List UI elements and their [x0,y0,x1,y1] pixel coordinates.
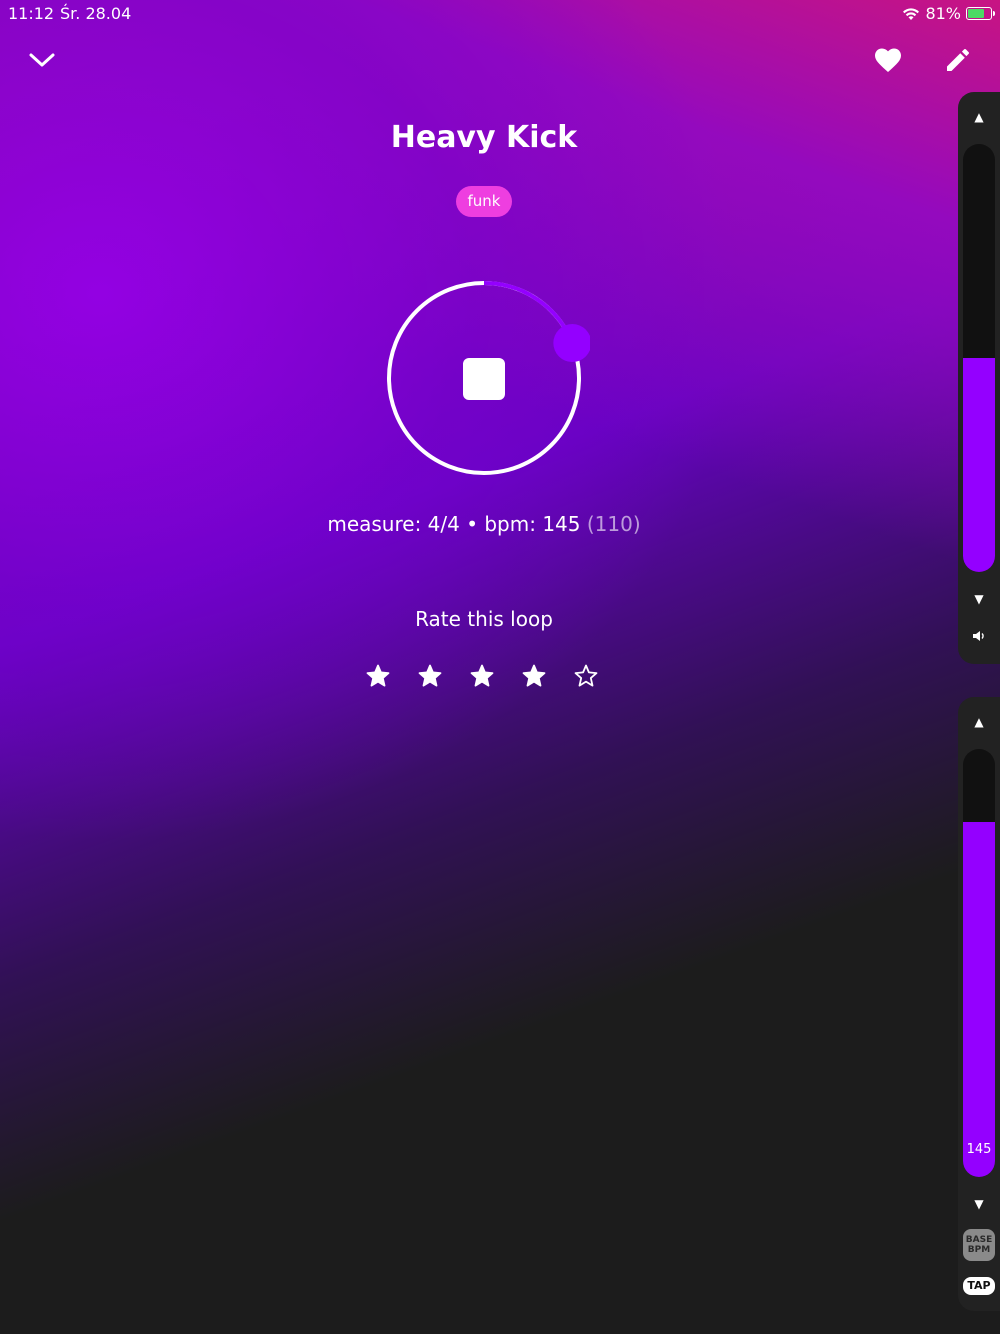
base-bpm-button[interactable]: BASE BPM [963,1229,995,1261]
loop-title: Heavy Kick [390,120,578,155]
battery-icon [966,7,995,20]
progress-knob[interactable] [553,324,592,363]
chevron-down-icon [29,53,55,67]
heart-icon [875,48,901,72]
star-filled-icon[interactable] [366,664,390,688]
tempo-up-button[interactable]: ▲ [958,715,1000,729]
star-filled-icon[interactable] [418,664,442,688]
edit-button[interactable] [938,40,978,80]
speaker-icon [973,631,984,641]
base-bpm-line1: BASE [965,1235,993,1245]
star-filled-icon[interactable] [522,664,546,688]
status-right: 81% [902,4,995,23]
tempo-down-button[interactable]: ▼ [958,1197,1000,1211]
pencil-icon [947,49,969,71]
loop-measure-bpm: measure: 4/4 • bpm: 145 [327,512,581,536]
wifi-icon [903,7,920,20]
volume-up-button[interactable]: ▲ [958,110,1000,124]
tap-button[interactable]: TAP [963,1277,995,1295]
tempo-value: 145 [966,1142,992,1157]
star-outline-icon[interactable] [574,664,598,688]
loop-info: measure: 4/4 • bpm: 145 (110) [0,512,968,536]
status-date: Śr. 28.04 [60,4,132,23]
genre-tag[interactable]: funk [456,186,512,217]
volume-fill [963,358,995,572]
tempo-slider[interactable]: 145 [963,749,995,1177]
volume-down-button[interactable]: ▼ [958,592,1000,606]
loop-base-bpm: (110) [586,512,641,536]
status-time: 11:12 [8,4,55,23]
stop-icon[interactable] [463,358,505,400]
volume-slider[interactable] [963,144,995,572]
rating-stars[interactable] [366,664,598,688]
volume-rail: ▲ ▼ [958,92,1000,664]
speaker-button[interactable] [958,630,1000,645]
play-stop-control[interactable] [378,272,592,484]
base-bpm-line2: BPM [967,1245,991,1255]
battery-percent: 81% [925,4,961,23]
tempo-rail: ▲ 145 ▼ BASE BPM TAP [958,697,1000,1311]
collapse-button[interactable] [22,40,62,80]
tempo-fill [963,821,995,1177]
star-filled-icon[interactable] [470,664,494,688]
rate-label: Rate this loop [415,607,553,631]
status-bar: 11:12 Śr. 28.04 81% [0,4,1000,28]
progress-ring [387,281,592,475]
favorite-button[interactable] [868,40,908,80]
